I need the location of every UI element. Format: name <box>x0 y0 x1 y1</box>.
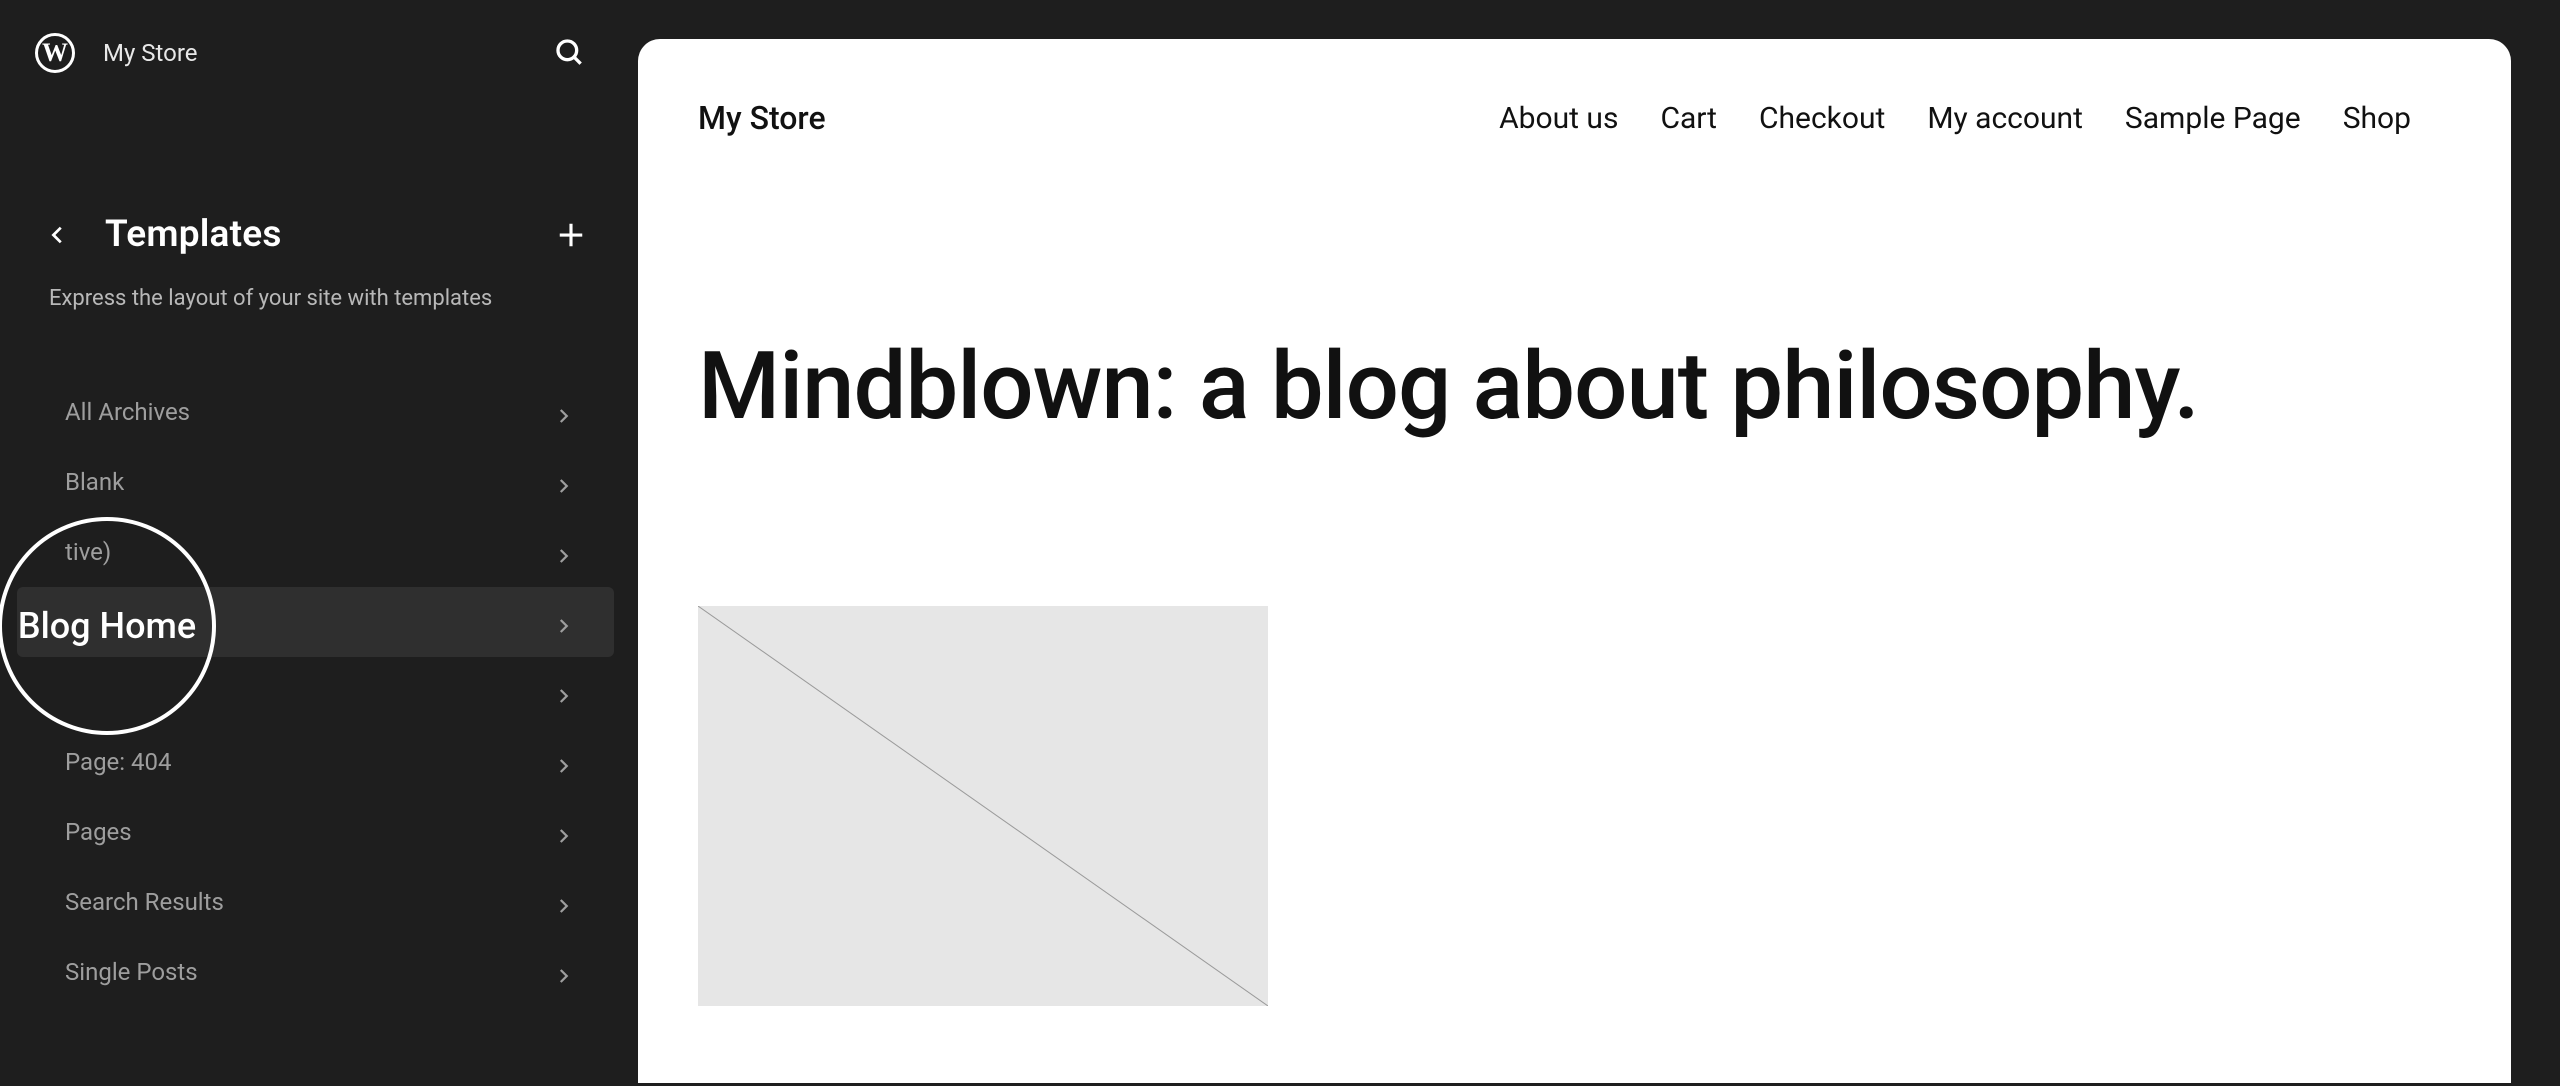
preview-hero-title: Mindblown: a blog about philosophy. <box>698 337 2451 436</box>
template-item-label: All Archives <box>65 398 190 426</box>
preview-post-grid <box>638 436 2511 1006</box>
chevron-right-icon <box>554 473 572 491</box>
nav-link[interactable]: Shop <box>2343 101 2411 136</box>
template-item-label: tive) <box>65 538 111 566</box>
app-root: W My Store Templates <box>0 0 2560 1086</box>
section-description: Express the layout of your site with tem… <box>3 256 628 315</box>
template-item[interactable]: Single Posts <box>17 937 614 1007</box>
editor-sidebar: W My Store Templates <box>3 3 628 1083</box>
template-item-label: Search Results <box>65 888 224 916</box>
template-item-label: Blank <box>65 468 124 496</box>
chevron-right-icon <box>554 753 572 771</box>
preview-primary-nav: About us Cart Checkout My account Sample Pag… <box>1499 101 2411 136</box>
template-item[interactable]: Pages <box>17 797 614 867</box>
chevron-right-icon <box>554 403 572 421</box>
template-item[interactable] <box>17 587 614 657</box>
template-item[interactable] <box>17 657 614 727</box>
preview-hero: Mindblown: a blog about philosophy. <box>638 137 2511 436</box>
chevron-left-icon <box>47 224 69 246</box>
sidebar-top-bar: W My Store <box>3 3 628 103</box>
wordpress-logo-icon[interactable]: W <box>35 33 75 73</box>
template-preview-canvas[interactable]: My Store About us Cart Checkout My account S… <box>638 39 2511 1083</box>
template-item[interactable]: All Archives <box>17 377 614 447</box>
template-item-label: Page: 404 <box>65 748 172 776</box>
search-icon <box>554 37 586 69</box>
back-button[interactable] <box>41 218 75 252</box>
template-item[interactable]: Page: 404 <box>17 727 614 797</box>
chevron-right-icon <box>554 683 572 701</box>
post-thumbnail-placeholder[interactable] <box>698 606 1268 1006</box>
nav-link[interactable]: My account <box>1927 101 2083 136</box>
template-item-label: Single Posts <box>65 958 198 986</box>
section-title: Templates <box>105 213 554 256</box>
template-item[interactable]: tive) <box>17 517 614 587</box>
nav-link[interactable]: About us <box>1499 101 1618 136</box>
search-button[interactable] <box>552 35 588 71</box>
template-item-label: Pages <box>65 818 132 846</box>
site-name[interactable]: My Store <box>103 39 552 67</box>
preview-site-header: My Store About us Cart Checkout My account S… <box>638 39 2511 137</box>
chevron-right-icon <box>554 963 572 981</box>
chevron-right-icon <box>554 613 572 631</box>
canvas-wrapper: My Store About us Cart Checkout My account S… <box>628 3 2557 1083</box>
chevron-right-icon <box>554 823 572 841</box>
placeholder-icon <box>698 606 1268 1006</box>
template-list: All Archives Blank tive) Page: 404 Pages Sear… <box>3 377 628 1007</box>
chevron-right-icon <box>554 543 572 561</box>
chevron-right-icon <box>554 893 572 911</box>
templates-header: Templates <box>3 213 628 256</box>
nav-link[interactable]: Cart <box>1660 101 1717 136</box>
nav-link[interactable]: Checkout <box>1759 101 1885 136</box>
add-template-button[interactable] <box>554 218 588 252</box>
template-item[interactable]: Search Results <box>17 867 614 937</box>
preview-site-title[interactable]: My Store <box>698 99 826 137</box>
nav-link[interactable]: Sample Page <box>2125 101 2301 136</box>
template-item[interactable]: Blank <box>17 447 614 517</box>
plus-icon <box>556 220 586 250</box>
